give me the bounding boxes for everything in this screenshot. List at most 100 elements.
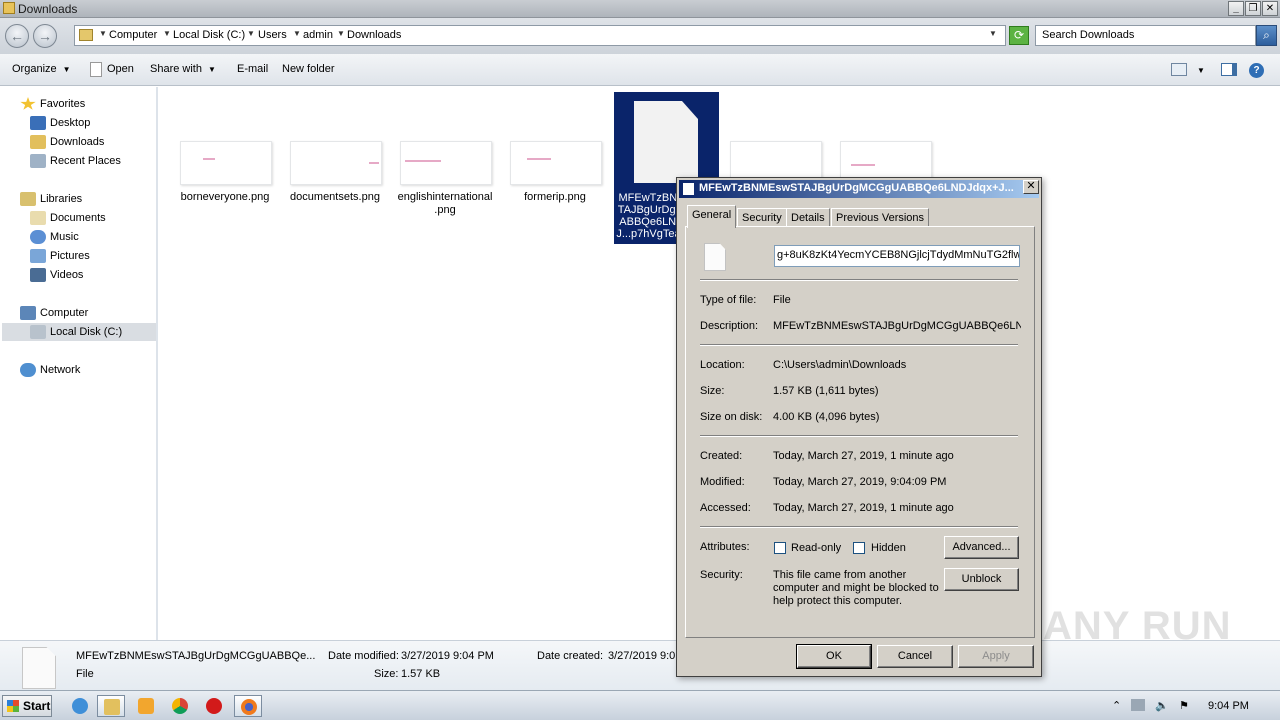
- breadcrumb-local-disk[interactable]: Local Disk (C:): [173, 29, 245, 41]
- refresh-button[interactable]: ⟳: [1009, 26, 1029, 45]
- taskbar-chrome[interactable]: [166, 695, 194, 717]
- filename-field[interactable]: g+8uK8zKt4YecmYCEB8NGjlcjTdydMmNuTG2flw=: [774, 245, 1020, 267]
- window-title: Downloads: [18, 2, 78, 16]
- command-bar: Organize ▼ Open Share with ▼ E-mail New fo…: [0, 54, 1280, 86]
- restore-button[interactable]: ❐: [1245, 1, 1261, 16]
- tab-security[interactable]: Security: [737, 208, 787, 227]
- nav-local-disk[interactable]: Local Disk (C:): [2, 323, 156, 341]
- created-label: Created:: [700, 450, 743, 462]
- close-button[interactable]: ✕: [1262, 1, 1278, 16]
- chevron-down-icon[interactable]: ▼: [337, 29, 345, 38]
- search-icon[interactable]: ⌕: [1256, 25, 1277, 46]
- nav-documents-label: Documents: [50, 212, 106, 224]
- network-tray-icon[interactable]: ⚑: [1179, 699, 1189, 712]
- chevron-down-icon[interactable]: ▼: [99, 29, 107, 38]
- unblock-button[interactable]: Unblock: [944, 568, 1019, 591]
- nav-desktop[interactable]: Desktop: [30, 114, 90, 132]
- size-label: Size:: [700, 385, 725, 397]
- preview-pane-icon[interactable]: [1221, 63, 1237, 76]
- modified-value: Today, March 27, 2019, 9:04:09 PM: [773, 476, 947, 488]
- details-file-type: File: [76, 668, 94, 680]
- tab-details[interactable]: Details: [786, 208, 830, 227]
- action-center-icon[interactable]: [1131, 699, 1145, 711]
- security-label: Security:: [700, 569, 743, 581]
- forward-button[interactable]: →: [33, 24, 57, 48]
- nav-recent-places[interactable]: Recent Places: [30, 152, 121, 170]
- taskbar-firefox[interactable]: [234, 695, 262, 717]
- file-icon: [22, 647, 56, 689]
- nav-videos[interactable]: Videos: [30, 266, 83, 284]
- star-icon: [20, 97, 36, 110]
- breadcrumb-admin[interactable]: admin: [303, 29, 333, 41]
- chevron-down-icon[interactable]: ▼: [247, 29, 255, 38]
- tab-general[interactable]: General: [687, 205, 737, 228]
- nav-music[interactable]: Music: [30, 228, 79, 246]
- clock[interactable]: 9:04 PM: [1208, 700, 1249, 712]
- search-input[interactable]: Search Downloads: [1035, 25, 1256, 46]
- cancel-button[interactable]: Cancel: [877, 645, 953, 668]
- open-button[interactable]: Open: [107, 63, 134, 75]
- navigation-pane: Favorites Desktop Downloads Recent Place…: [0, 87, 158, 640]
- separator: [700, 435, 1018, 437]
- separator: [700, 526, 1018, 528]
- breadcrumb-computer[interactable]: Computer: [109, 29, 157, 41]
- taskbar-ie[interactable]: [66, 695, 94, 717]
- taskbar-explorer[interactable]: [97, 695, 125, 717]
- file-name: englishinternational .png: [397, 191, 493, 216]
- history-dropdown-icon[interactable]: ▼: [989, 29, 997, 38]
- nav-recent-places-label: Recent Places: [50, 155, 121, 167]
- breadcrumb-users[interactable]: Users: [258, 29, 287, 41]
- start-button[interactable]: Start: [2, 695, 52, 717]
- drive-icon: [30, 325, 46, 339]
- ok-button[interactable]: OK: [796, 644, 872, 669]
- dialog-title: MFEwTzBNMEswSTAJBgUrDgMCGgUABBQe6LNDJdqx…: [699, 182, 1014, 194]
- taskbar-media-player[interactable]: [132, 695, 160, 717]
- chrome-icon: [172, 698, 188, 714]
- advanced-button[interactable]: Advanced...: [944, 536, 1019, 559]
- change-view-icon[interactable]: [1171, 63, 1187, 76]
- nav-computer[interactable]: Computer: [20, 304, 88, 322]
- open-icon: [90, 62, 102, 77]
- nav-pictures[interactable]: Pictures: [30, 247, 90, 265]
- organize-label: Organize: [12, 63, 57, 75]
- hidden-label[interactable]: Hidden: [871, 542, 906, 554]
- hidden-checkbox[interactable]: [853, 542, 865, 554]
- nav-favorites[interactable]: Favorites: [20, 95, 85, 113]
- security-text: computer and might be blocked to: [773, 582, 939, 594]
- file-icon: [683, 183, 694, 195]
- tab-previous-versions[interactable]: Previous Versions: [831, 208, 930, 227]
- size-value: 1.57 KB (1,611 bytes): [773, 385, 879, 397]
- breadcrumb-downloads[interactable]: Downloads: [347, 29, 401, 41]
- apply-button[interactable]: Apply: [958, 645, 1034, 668]
- nav-documents[interactable]: Documents: [30, 209, 106, 227]
- readonly-label[interactable]: Read-only: [791, 542, 841, 554]
- nav-libraries[interactable]: Libraries: [20, 190, 82, 208]
- type-label: Type of file:: [700, 294, 757, 306]
- file-name: documentsets.png: [290, 191, 380, 203]
- nav-libraries-label: Libraries: [40, 193, 83, 205]
- back-button[interactable]: ←: [5, 24, 29, 48]
- minimize-button[interactable]: _: [1228, 1, 1244, 16]
- chevron-down-icon[interactable]: ▼: [293, 29, 301, 38]
- general-tab-panel: g+8uK8zKt4YecmYCEB8NGjlcjTdydMmNuTG2flw=…: [685, 226, 1035, 638]
- dialog-close-button[interactable]: ✕: [1023, 180, 1039, 194]
- email-button[interactable]: E-mail: [237, 63, 268, 75]
- view-options-dropdown[interactable]: ▼: [1197, 66, 1205, 75]
- nav-local-disk-label: Local Disk (C:): [50, 326, 123, 338]
- help-icon[interactable]: ?: [1249, 63, 1264, 78]
- nav-network[interactable]: Network: [20, 361, 80, 379]
- organize-button[interactable]: Organize ▼: [12, 63, 71, 75]
- new-folder-button[interactable]: New folder: [282, 63, 335, 75]
- show-hidden-icons[interactable]: ⌃: [1112, 699, 1121, 712]
- share-with-button[interactable]: Share with ▼: [150, 63, 216, 75]
- readonly-checkbox[interactable]: [774, 542, 786, 554]
- separator: [700, 279, 1018, 281]
- taskbar-opera[interactable]: [200, 695, 228, 717]
- volume-icon[interactable]: 🔈: [1155, 699, 1169, 712]
- nav-downloads[interactable]: Downloads: [30, 133, 104, 151]
- file-thumbnail: [290, 141, 382, 185]
- chevron-down-icon[interactable]: ▼: [163, 29, 171, 38]
- address-bar[interactable]: ▼ Computer ▼ Local Disk (C:) ▼ Users ▼ a…: [74, 25, 1006, 46]
- folder-icon: [79, 29, 93, 41]
- details-size-label: Size:: [374, 668, 399, 680]
